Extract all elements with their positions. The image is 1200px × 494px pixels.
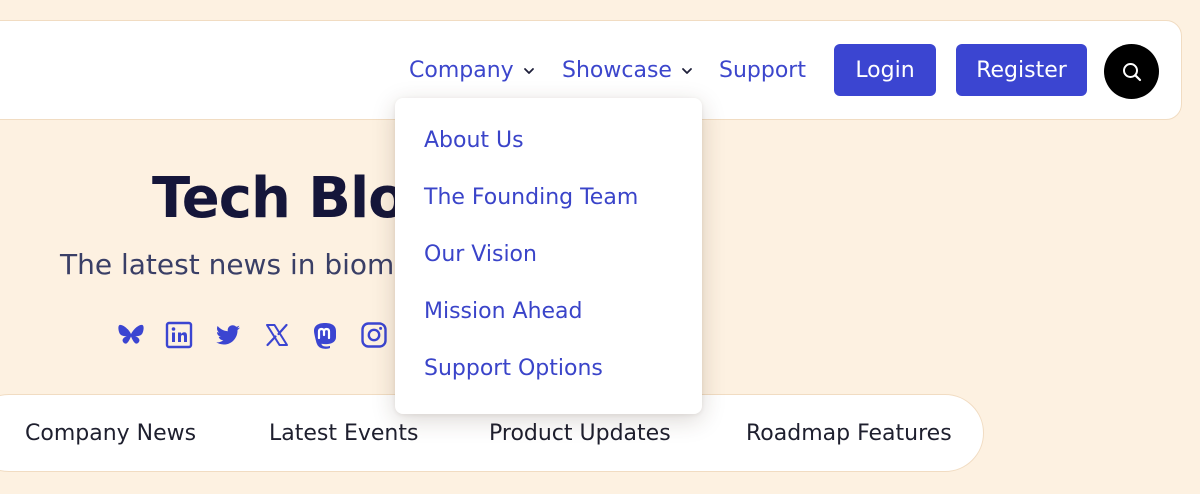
menu-item-founding-team[interactable]: The Founding Team [424,185,638,210]
tab-company-news[interactable]: Company News [25,421,196,446]
nav-company[interactable]: Company [409,56,536,84]
tab-latest-events[interactable]: Latest Events [269,421,418,446]
company-dropdown-menu: About Us The Founding Team Our Vision Mi… [395,98,702,414]
nav-showcase[interactable]: Showcase [562,56,694,84]
instagram-icon[interactable] [359,320,389,350]
login-button[interactable]: Login [834,44,936,96]
chevron-down-icon [523,68,534,74]
twitter-icon[interactable] [213,320,243,350]
nav-support[interactable]: Support [719,56,806,84]
register-button[interactable]: Register [956,44,1087,96]
x-icon[interactable] [262,320,292,350]
mastodon-icon[interactable] [310,320,340,350]
menu-item-about-us[interactable]: About Us [424,128,524,153]
search-icon [1122,62,1141,81]
tab-product-updates[interactable]: Product Updates [489,421,671,446]
page-subtitle: The latest news in biomed [60,248,430,281]
chevron-down-icon [682,68,692,74]
page: Company Showcase Support Login Register … [0,0,1200,494]
nav-company-label: Company [409,57,514,83]
nav-showcase-label: Showcase [562,57,672,83]
bluesky-icon[interactable] [116,320,146,350]
menu-item-our-vision[interactable]: Our Vision [424,242,537,267]
linkedin-icon[interactable] [164,320,194,350]
nav-support-label: Support [719,57,806,83]
menu-item-mission-ahead[interactable]: Mission Ahead [424,299,583,324]
search-button[interactable] [1104,44,1159,99]
menu-item-support-options[interactable]: Support Options [424,356,603,381]
tab-roadmap-features[interactable]: Roadmap Features [746,421,952,446]
